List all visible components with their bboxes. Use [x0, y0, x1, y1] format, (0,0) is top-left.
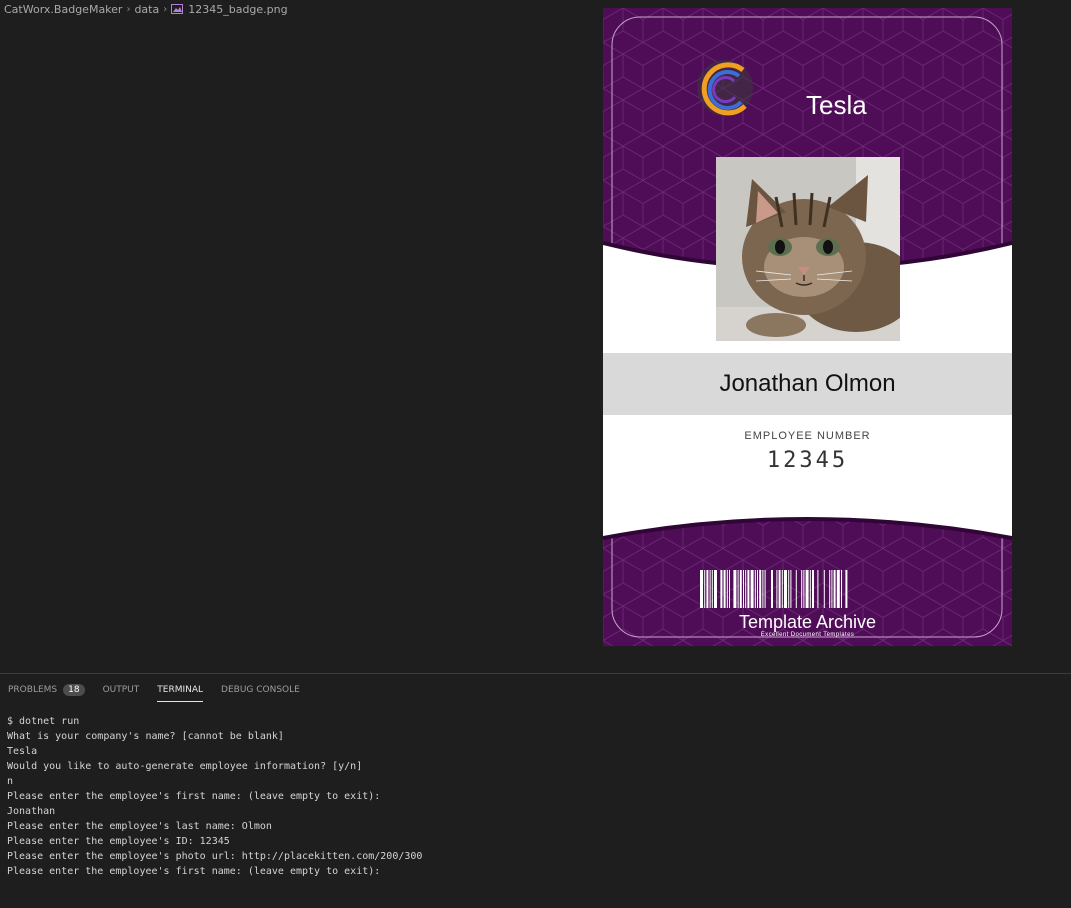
tab-label: OUTPUT [103, 685, 140, 695]
terminal-line: $ dotnet run [7, 714, 422, 729]
terminal-line: Jonathan [7, 804, 422, 819]
image-file-icon [171, 4, 183, 14]
barcode-icon [700, 570, 912, 608]
problems-count-badge: 18 [63, 684, 84, 696]
tab-label: DEBUG CONSOLE [221, 685, 300, 695]
terminal-line: Please enter the employee's first name: … [7, 789, 422, 804]
tab-output[interactable]: OUTPUT [103, 682, 140, 698]
breadcrumb-project[interactable]: CatWorx.BadgeMaker [4, 3, 122, 16]
terminal-line: Please enter the employee's ID: 12345 [7, 834, 422, 849]
chevron-right-icon: › [126, 4, 130, 15]
company-logo [697, 60, 753, 116]
employee-number: 12345 [603, 448, 1012, 473]
tab-terminal[interactable]: TERMINAL [157, 682, 203, 698]
chevron-right-icon: › [163, 4, 167, 15]
terminal-output[interactable]: $ dotnet run What is your company's name… [7, 714, 422, 879]
tab-label: PROBLEMS [8, 685, 57, 695]
terminal-line: Please enter the employee's last name: O… [7, 819, 422, 834]
employee-name: Jonathan Olmon [719, 370, 895, 398]
kitten-photo-icon [716, 157, 900, 341]
breadcrumb-file[interactable]: 12345_badge.png [188, 3, 287, 16]
tab-label: TERMINAL [157, 685, 203, 695]
employee-name-band: Jonathan Olmon [603, 353, 1012, 415]
terminal-line: Tesla [7, 744, 422, 759]
terminal-line: Please enter the employee's first name: … [7, 864, 422, 879]
terminal-line: What is your company's name? [cannot be … [7, 729, 422, 744]
tab-debug-console[interactable]: DEBUG CONSOLE [221, 682, 300, 698]
bottom-panel: PROBLEMS 18 OUTPUT TERMINAL DEBUG CONSOL… [0, 673, 1071, 908]
terminal-line: n [7, 774, 422, 789]
panel-tabs: PROBLEMS 18 OUTPUT TERMINAL DEBUG CONSOL… [8, 682, 318, 698]
terminal-line: Please enter the employee's photo url: h… [7, 849, 422, 864]
template-archive-subtitle: Excellent Document Templates [603, 632, 1012, 638]
template-archive-title: Template Archive [603, 612, 1012, 633]
company-name: Tesla [806, 90, 867, 121]
employee-photo [716, 157, 900, 341]
breadcrumb-folder[interactable]: data [134, 3, 159, 16]
employee-number-label: EMPLOYEE NUMBER [603, 430, 1012, 442]
tab-problems[interactable]: PROBLEMS 18 [8, 682, 85, 698]
terminal-line: Would you like to auto-generate employee… [7, 759, 422, 774]
